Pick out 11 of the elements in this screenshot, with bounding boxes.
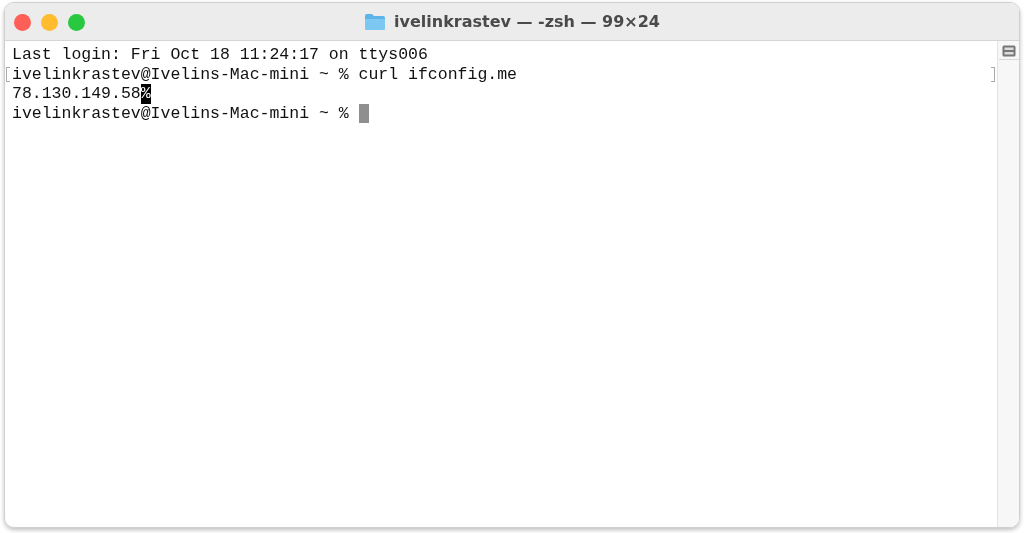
split-pane-icon[interactable] xyxy=(1001,45,1016,57)
minimize-button[interactable] xyxy=(41,14,58,31)
folder-icon xyxy=(364,12,386,31)
terminal-line: ivelinkrastev@Ivelins-Mac-mini ~ % curl ifconfig.me xyxy=(12,64,517,84)
terminal-line: ivelinkrastev@Ivelins-Mac-mini ~ % xyxy=(12,103,350,123)
zoom-button[interactable] xyxy=(68,14,85,31)
terminal-line: Last login: Fri Oct 18 11:24:17 on ttys006 xyxy=(12,45,428,65)
terminal-line: 78.130.149.58 xyxy=(12,84,141,104)
highlighted-text: % xyxy=(140,84,151,104)
close-button[interactable] xyxy=(14,14,31,31)
window-title: ivelinkrastev — -zsh — 99×24 xyxy=(394,10,660,33)
